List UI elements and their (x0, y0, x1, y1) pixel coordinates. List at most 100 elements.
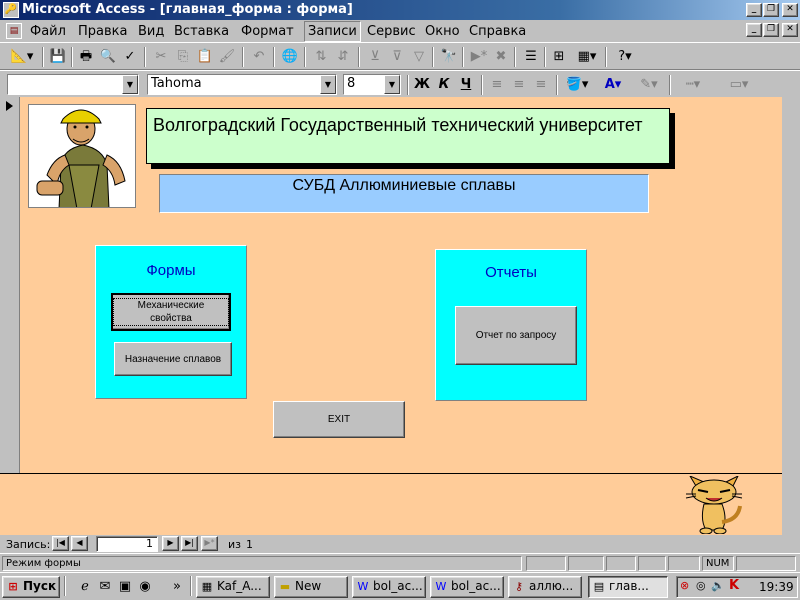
chevron-down-icon[interactable]: ▼ (384, 75, 400, 94)
start-button[interactable]: ⊞ Пуск (2, 576, 60, 598)
app-icon: ▦ (201, 580, 213, 593)
next-record-icon[interactable]: ▶ (162, 536, 179, 551)
new-object-icon[interactable]: ▦▾ (572, 46, 602, 68)
status-panel-6 (736, 556, 796, 571)
status-panel-3 (606, 556, 636, 571)
sort-ascending-icon[interactable]: ⇅ (310, 46, 332, 68)
print-icon[interactable]: 🖶 (75, 46, 97, 68)
copy-icon[interactable]: ⎘ (172, 46, 194, 68)
query-report-button[interactable]: Отчет по запросу (455, 306, 577, 365)
folder-icon: ▬ (279, 580, 291, 593)
menu-bar: ▤ Файл Правка Вид Вставка Формат Записи … (0, 20, 800, 42)
volume-icon[interactable]: 🔈 (711, 579, 725, 592)
alloy-purpose-button[interactable]: Назначение сплавов (114, 342, 232, 376)
underline-button[interactable]: Ч (455, 74, 477, 96)
undo-icon[interactable]: ↶ (248, 46, 270, 68)
line-color-icon[interactable]: ✎▾ (633, 74, 665, 96)
task-glav-active[interactable]: ▤ глав... (588, 576, 668, 598)
exit-button[interactable]: EXIT (273, 401, 405, 438)
doc-restore-button[interactable]: ❐ (763, 23, 779, 37)
special-effect-icon[interactable]: ▭▾ (716, 74, 762, 96)
help-icon[interactable]: ?▾ (610, 46, 640, 68)
clock[interactable]: 19:39 (759, 580, 794, 594)
insert-hyperlink-icon[interactable]: 🌐 (279, 46, 301, 68)
windows-taskbar: ⊞ Пуск ℯ ✉ ▣ ◉ » ▦ Kaf_A... ▬ New Wbol_ac..… (0, 572, 800, 600)
doc-close-button[interactable]: ✕ (782, 23, 798, 37)
italic-button[interactable]: К (433, 74, 455, 96)
print-preview-icon[interactable]: 🔍 (97, 46, 119, 68)
form-detail-section: Волгоградский Государственный технически… (20, 97, 782, 473)
design-view-icon[interactable]: 📐▾ (6, 46, 38, 68)
new-record-icon[interactable]: ▶* (468, 46, 490, 68)
font-name-combo[interactable]: Tahoma ▼ (147, 74, 337, 95)
menu-tools[interactable]: Сервис (367, 24, 416, 39)
more-quicklaunch-icon[interactable]: » (172, 576, 182, 598)
record-selector[interactable] (0, 97, 20, 473)
menu-window[interactable]: Окно (425, 24, 460, 39)
task-allyu[interactable]: ⚷ аллю... (508, 576, 582, 598)
doc-minimize-button[interactable]: _ (746, 23, 762, 37)
align-left-icon[interactable]: ≡ (486, 74, 508, 96)
record-number-input[interactable]: 1 (96, 536, 158, 552)
menu-records[interactable]: Записи (304, 21, 361, 42)
paste-icon[interactable]: 📋 (194, 46, 216, 68)
filter-by-form-icon[interactable]: ⊽ (386, 46, 408, 68)
format-painter-icon[interactable]: 🖌 (216, 46, 238, 68)
channels-icon[interactable]: ◉ (136, 576, 154, 598)
delete-record-icon[interactable]: ✖ (490, 46, 512, 68)
object-combo[interactable]: ▼ (7, 74, 139, 95)
bold-button[interactable]: Ж (411, 74, 433, 96)
task-bol-ac-2[interactable]: Wbol_ac... (430, 576, 504, 598)
menu-view[interactable]: Вид (138, 24, 164, 39)
font-color-icon[interactable]: A▾ (597, 74, 629, 96)
task-kaf[interactable]: ▦ Kaf_A... (196, 576, 270, 598)
record-total: 1 (246, 538, 253, 551)
task-new-folder[interactable]: ▬ New (274, 576, 348, 598)
menu-help[interactable]: Справка (469, 24, 526, 39)
antivirus-icon[interactable]: K (729, 578, 739, 593)
status-text: Режим формы (2, 556, 522, 571)
form-document-icon[interactable]: ▤ (6, 23, 22, 39)
filter-by-selection-icon[interactable]: ⊻ (364, 46, 386, 68)
properties-icon[interactable]: ☰ (520, 46, 542, 68)
menu-insert[interactable]: Вставка (174, 24, 229, 39)
network-icon[interactable]: ⊗ (680, 579, 689, 592)
sort-descending-icon[interactable]: ⇵ (332, 46, 354, 68)
chevron-down-icon[interactable]: ▼ (122, 75, 138, 94)
task-bol-ac-1[interactable]: Wbol_ac... (352, 576, 426, 598)
record-navigation-bar: Запись: |◀ ◀ 1 ▶ ▶| ▶* из 1 (0, 535, 800, 553)
cut-icon[interactable]: ✂ (150, 46, 172, 68)
line-width-icon[interactable]: ┉▾ (674, 74, 712, 96)
font-name-value: Tahoma (151, 76, 202, 91)
new-record-nav-icon[interactable]: ▶* (201, 536, 218, 551)
mechanical-properties-button[interactable]: Механические свойства (111, 293, 231, 331)
worker-logo-image (28, 104, 136, 208)
database-window-icon[interactable]: ⊞ (548, 46, 570, 68)
internet-explorer-icon[interactable]: ℯ (76, 576, 94, 598)
minimize-button[interactable]: _ (746, 3, 762, 17)
menu-format[interactable]: Формат (241, 24, 294, 39)
menu-edit[interactable]: Правка (78, 24, 127, 39)
align-center-icon[interactable]: ≡ (508, 74, 530, 96)
outlook-express-icon[interactable]: ✉ (96, 576, 114, 598)
font-size-combo[interactable]: 8 ▼ (343, 74, 401, 95)
align-right-icon[interactable]: ≡ (530, 74, 552, 96)
maximize-button[interactable]: ❐ (763, 3, 779, 17)
apply-filter-icon[interactable]: ▽ (408, 46, 430, 68)
previous-record-icon[interactable]: ◀ (71, 536, 88, 551)
form-view-toolbar: 📐▾ 💾 🖶 🔍 ✓ ✂ ⎘ 📋 🖌 ↶ 🌐 ⇅ ⇵ ⊻ ⊽ ▽ 🔭 ▶* ✖ … (0, 42, 800, 70)
close-button[interactable]: ✕ (782, 3, 798, 17)
fill-color-icon[interactable]: 🪣▾ (561, 74, 593, 96)
show-desktop-icon[interactable]: ▣ (116, 576, 134, 598)
vertical-scroll-area[interactable] (782, 97, 800, 535)
save-icon[interactable]: 💾 (47, 46, 69, 68)
access-app-icon[interactable]: 🔑 (3, 2, 19, 18)
last-record-icon[interactable]: ▶| (181, 536, 198, 551)
first-record-icon[interactable]: |◀ (52, 536, 69, 551)
menu-file[interactable]: Файл (30, 24, 66, 39)
realplayer-icon[interactable]: ◎ (696, 579, 706, 592)
chevron-down-icon[interactable]: ▼ (320, 75, 336, 94)
spelling-icon[interactable]: ✓ (119, 46, 141, 68)
find-icon[interactable]: 🔭 (438, 46, 460, 68)
cat-mascot-image (680, 474, 746, 535)
